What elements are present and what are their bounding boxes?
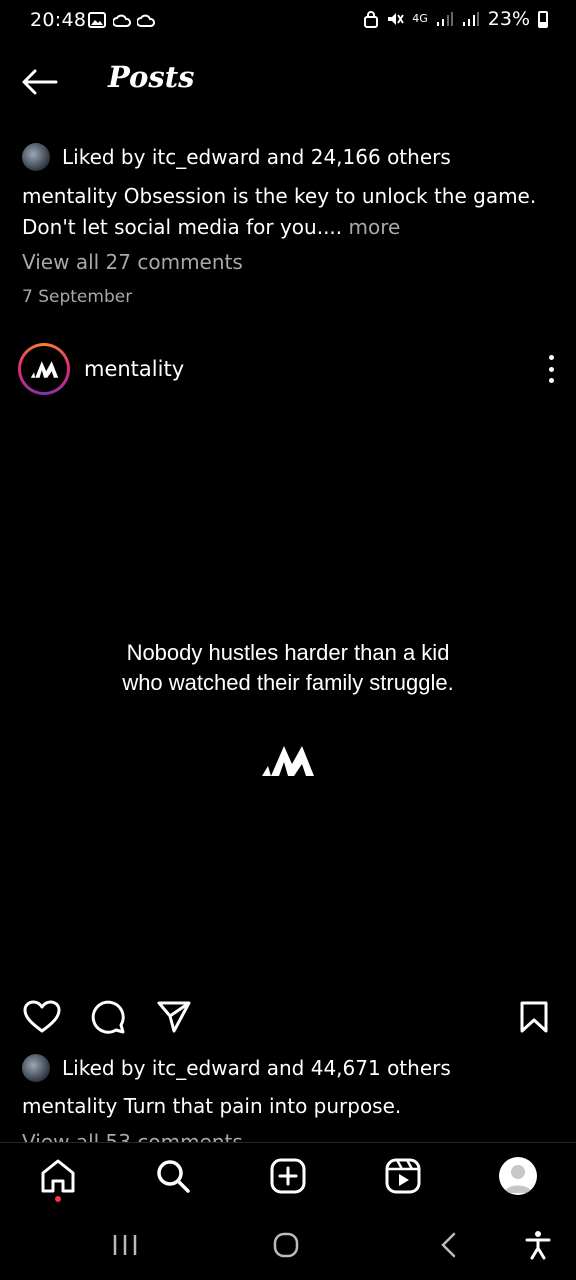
liked-by-row[interactable]: Liked by itc_edward and 24,166 others [22, 143, 451, 171]
profile-icon [499, 1157, 537, 1195]
recents-button[interactable] [95, 1222, 155, 1268]
like-button[interactable] [22, 995, 62, 1039]
mute-icon [388, 13, 404, 25]
post-quote: Nobody hustles harder than a kid who wat… [0, 638, 576, 698]
post-actions [0, 995, 576, 1041]
quote-line-1: Nobody hustles harder than a kid [126, 640, 450, 665]
bottom-nav [0, 1142, 576, 1209]
nav-create[interactable] [263, 1153, 313, 1199]
status-time: 20:48 [30, 9, 87, 31]
back-icon [441, 1232, 456, 1258]
liker-avatar [22, 143, 50, 171]
caption-username[interactable]: mentality [22, 1094, 117, 1118]
status-bar: 20:48 4G 23% [0, 0, 576, 44]
lock-icon [364, 11, 379, 28]
reels-icon [385, 1158, 421, 1194]
recents-icon [113, 1235, 137, 1255]
comment-icon [91, 1000, 125, 1034]
gallery-icon [88, 12, 106, 28]
post-caption: mentality Turn that pain into purpose. [22, 1091, 562, 1122]
create-icon [270, 1158, 306, 1194]
view-comments-link[interactable]: View all 27 comments [22, 250, 243, 274]
dot-icon [548, 366, 554, 372]
liked-by-text: Liked by itc_edward and 24,166 others [62, 145, 451, 169]
post-image[interactable]: Nobody hustles harder than a kid who wat… [0, 405, 576, 980]
quote-line-2: who watched their family struggle. [122, 670, 454, 695]
battery-icon [538, 10, 548, 28]
nav-search[interactable] [148, 1153, 198, 1199]
caption-username[interactable]: mentality [22, 184, 117, 208]
home-button[interactable] [256, 1222, 316, 1268]
battery-percent: 23% [487, 8, 530, 30]
home-icon [41, 1159, 75, 1193]
share-icon [157, 1001, 191, 1033]
save-button[interactable] [514, 995, 554, 1039]
caption-text: Turn that pain into purpose. [117, 1094, 402, 1118]
signal-icon [462, 12, 479, 26]
status-right: 4G 23% [364, 8, 548, 30]
system-back-button[interactable] [418, 1222, 478, 1268]
comment-button[interactable] [88, 995, 128, 1039]
caption-more-link[interactable]: more [342, 215, 400, 239]
search-icon [157, 1160, 190, 1193]
accessibility-icon [525, 1231, 551, 1260]
cloud-icon [137, 14, 155, 27]
post-date: 7 September [22, 287, 133, 307]
dot-icon [548, 355, 554, 360]
heart-icon [23, 1000, 61, 1033]
nav-profile[interactable] [493, 1153, 543, 1199]
page-title: Posts [108, 60, 195, 94]
dot-icon [548, 378, 554, 383]
liker-avatar [22, 1054, 50, 1082]
bookmark-icon [520, 1001, 548, 1033]
network-type: 4G [412, 12, 428, 25]
more-options-button[interactable] [546, 355, 556, 383]
accessibility-button[interactable] [508, 1222, 568, 1268]
liked-by-text: Liked by itc_edward and 44,671 others [62, 1056, 451, 1080]
view-comments-link[interactable]: View all 53 comments [22, 1128, 243, 1142]
home-circle-icon [273, 1232, 299, 1258]
liked-by-row[interactable]: Liked by itc_edward and 44,671 others [22, 1054, 451, 1082]
mentality-logo-icon [30, 361, 59, 378]
nav-reels[interactable] [378, 1153, 428, 1199]
post-caption: mentality Obsession is the key to unlock… [22, 181, 562, 243]
signal-icon [436, 12, 453, 26]
back-button[interactable] [20, 64, 64, 100]
post-username[interactable]: mentality [84, 357, 184, 381]
mentality-logo-icon [262, 746, 314, 776]
page-header: Posts [0, 50, 576, 110]
system-nav [0, 1210, 576, 1280]
share-button[interactable] [154, 995, 194, 1039]
avatar[interactable] [18, 343, 70, 395]
notification-dot [55, 1196, 61, 1202]
nav-home[interactable] [33, 1153, 83, 1199]
post-header: mentality [18, 340, 558, 398]
arrow-left-icon [22, 69, 58, 95]
cloud-icon [113, 14, 131, 27]
